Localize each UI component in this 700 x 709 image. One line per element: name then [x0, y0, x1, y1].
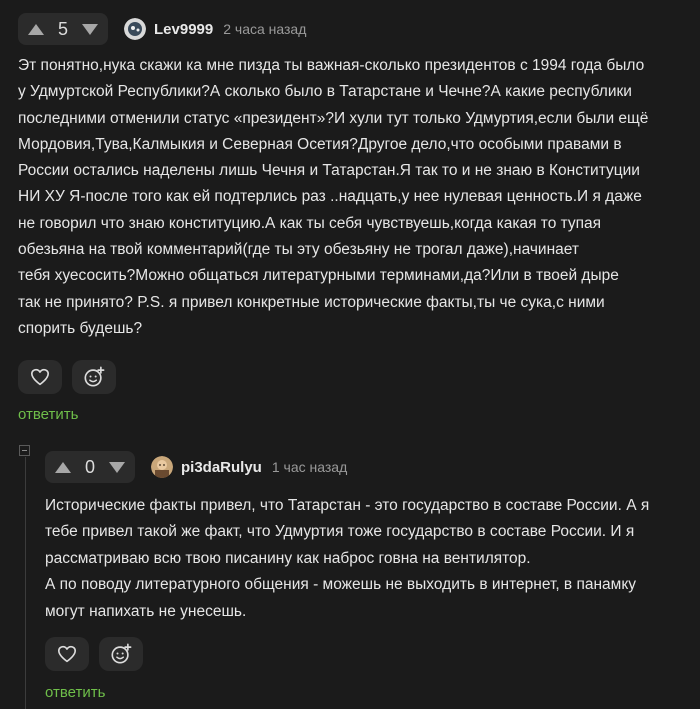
- comment-text: Исторические факты привел, что Татарстан…: [45, 497, 650, 620]
- rating-control: 0: [45, 451, 135, 483]
- reply-link[interactable]: ответить: [18, 406, 78, 423]
- comment-reply: 0 pi3daRulyu 1 час назад Исторические фа…: [0, 448, 700, 701]
- reply-link[interactable]: ответить: [45, 684, 105, 701]
- avatar[interactable]: [124, 18, 146, 40]
- reaction-button[interactable]: [72, 360, 116, 394]
- upvote-icon[interactable]: [55, 461, 71, 473]
- score: 0: [84, 456, 95, 477]
- comment-header: 5 Lev9999 2 часа назад: [0, 0, 700, 58]
- reaction-button[interactable]: [99, 637, 143, 671]
- like-button[interactable]: [45, 637, 89, 671]
- heart-icon: [57, 645, 76, 663]
- comment: 5 Lev9999 2 часа назад Эт понятно,нука с…: [0, 0, 700, 423]
- emoji-plus-icon: [111, 643, 132, 664]
- comment-header: 0 pi3daRulyu 1 час назад: [0, 448, 700, 486]
- comment-actions: [18, 360, 116, 394]
- timestamp: 2 часа назад: [223, 21, 307, 37]
- timestamp: 1 час назад: [271, 459, 348, 475]
- avatar[interactable]: [151, 456, 173, 478]
- upvote-icon[interactable]: [28, 23, 44, 35]
- username[interactable]: Lev9999: [154, 21, 213, 38]
- downvote-icon[interactable]: [81, 23, 98, 35]
- comment-text: Эт понятно,нука скажи ка мне пизда ты ва…: [18, 57, 649, 337]
- score: 5: [57, 18, 68, 39]
- downvote-icon[interactable]: [108, 461, 125, 473]
- thread-line: [25, 457, 26, 709]
- comment-actions: [45, 637, 143, 671]
- rating-control: 5: [18, 13, 108, 45]
- username[interactable]: pi3daRulyu: [181, 459, 262, 476]
- heart-icon: [31, 368, 49, 386]
- emoji-plus-icon: [84, 366, 105, 387]
- like-button[interactable]: [18, 360, 62, 394]
